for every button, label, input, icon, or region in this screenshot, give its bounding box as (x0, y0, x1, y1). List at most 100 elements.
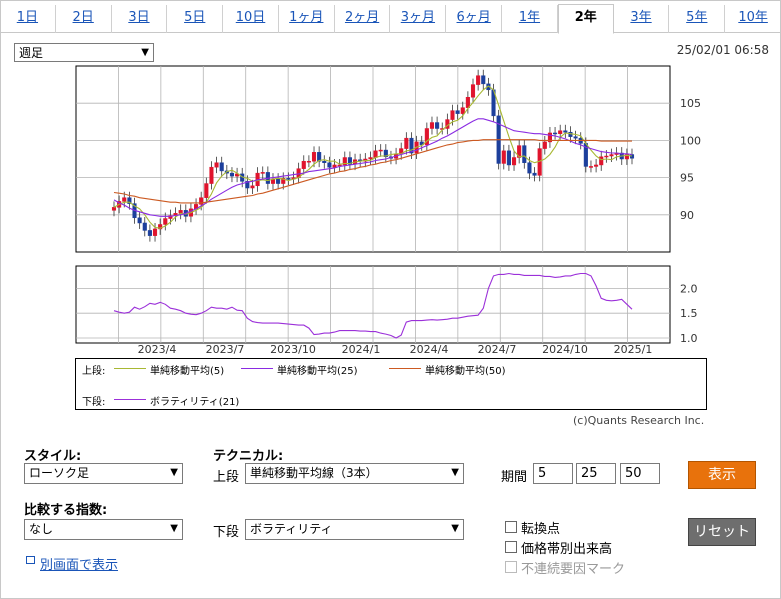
tab-1[interactable]: 1日 (0, 5, 56, 33)
candle-body (470, 84, 476, 98)
y-tick-label: 95 (680, 172, 694, 185)
candle-body (568, 131, 573, 137)
candle-body (219, 162, 224, 172)
tab-8[interactable]: 3ヶ月 (391, 5, 447, 33)
legend-label-2: 単純移動平均(25) (277, 366, 358, 377)
candle-body (429, 122, 435, 129)
candle-body (368, 157, 373, 160)
candle-body (558, 130, 563, 134)
candle-body (563, 130, 568, 133)
compare-select[interactable]: なし ▼ (24, 519, 183, 540)
candle-body (260, 172, 265, 174)
candle-body (122, 197, 127, 202)
x-tick-label: 2024/1 (342, 343, 381, 356)
volume-by-price-checkbox[interactable] (505, 541, 517, 553)
period-label: 期間 (501, 470, 528, 485)
x-tick-label: 2024/4 (410, 343, 449, 356)
lower-technical-value: ボラティリティ (250, 522, 333, 536)
candle-body (460, 107, 465, 114)
y-tick-label: 90 (680, 209, 694, 222)
candle-body (286, 178, 291, 180)
candle-body (532, 172, 537, 176)
legend-line-3 (389, 368, 421, 369)
popup-window-icon (26, 556, 35, 564)
tab-14[interactable]: 10年 (725, 5, 781, 33)
candle-body (163, 218, 168, 225)
period-input-2[interactable]: 25 (576, 463, 616, 484)
show-button[interactable]: 表示 (688, 461, 756, 489)
chevron-down-icon: ▼ (170, 467, 178, 478)
upper-technical-select[interactable]: 単純移動平均線（3本） ▼ (245, 463, 464, 484)
tab-6[interactable]: 1ヶ月 (279, 5, 335, 33)
frequency-select-value: 週足 (19, 46, 44, 60)
tab-3[interactable]: 3日 (112, 5, 168, 33)
candle-body (435, 122, 440, 129)
candle-body (588, 166, 594, 168)
x-tick-label: 2025/1 (614, 343, 653, 356)
candle-body (332, 164, 337, 168)
candle-body (511, 157, 517, 166)
tab-5[interactable]: 10日 (223, 5, 279, 33)
turning-point-checkbox[interactable] (505, 521, 517, 533)
tab-4[interactable]: 5日 (167, 5, 224, 33)
lower-y-tick-label: 2.0 (680, 282, 698, 295)
candle-body (301, 160, 306, 169)
candle-body (599, 156, 604, 166)
timestamp: 25/02/01 06:58 (676, 43, 769, 57)
period-input-1[interactable]: 5 (533, 463, 573, 484)
candle-body (209, 166, 214, 184)
lower-technical-select[interactable]: ボラティリティ ▼ (245, 519, 464, 540)
reset-button[interactable]: リセット (688, 518, 756, 546)
candle-body (522, 145, 527, 163)
legend-label-lower: ボラティリティ(21) (150, 397, 240, 408)
chevron-down-icon: ▼ (141, 47, 149, 58)
tab-2[interactable]: 2日 (56, 5, 112, 33)
legend-line-2 (241, 368, 273, 369)
candle-body (204, 183, 209, 198)
candle-body (378, 149, 383, 152)
tab-10[interactable]: 1年 (502, 5, 558, 33)
candle-body (404, 137, 409, 149)
style-select[interactable]: ローソク足 ▼ (24, 463, 183, 484)
discontinuity-mark-checkbox[interactable] (505, 561, 517, 573)
candle-body (322, 160, 327, 163)
candle-body (276, 178, 281, 184)
legend-upper-label: 上段: (82, 366, 106, 377)
legend-lower-label: 下段: (82, 397, 106, 408)
candle-body (506, 150, 511, 166)
x-tick-label: 2023/7 (206, 343, 245, 356)
y-tick-label: 105 (680, 97, 701, 110)
candle-body (142, 222, 147, 231)
x-tick-label: 2023/10 (270, 343, 316, 356)
turning-point-label: 転換点 (521, 522, 561, 537)
candle-body (604, 155, 609, 158)
candle-body (147, 230, 152, 236)
style-label: スタイル: (24, 449, 82, 464)
lower-y-tick-label: 1.0 (680, 332, 698, 345)
copyright: (c)Quants Research Inc. (573, 414, 705, 427)
candle-body (450, 110, 455, 120)
technical-label: テクニカル: (213, 449, 284, 464)
candle-body (455, 110, 460, 114)
x-tick-label: 2023/4 (138, 343, 177, 356)
candle-body (609, 154, 614, 157)
legend-line-lower (114, 399, 146, 400)
style-select-value: ローソク足 (29, 466, 90, 480)
tab-11[interactable]: 2年 (557, 4, 614, 34)
tab-9[interactable]: 6ヶ月 (446, 5, 503, 33)
upper-label: 上段 (213, 470, 240, 485)
candle-body (573, 136, 578, 139)
tab-7[interactable]: 2ヶ月 (335, 5, 391, 33)
y-tick-label: 100 (680, 134, 701, 147)
tab-12[interactable]: 3年 (614, 5, 670, 33)
legend-label-1: 単純移動平均(5) (150, 366, 225, 377)
lower-label: 下段 (213, 525, 240, 540)
candle-body (553, 132, 558, 135)
popup-link[interactable]: 別画面で表示 (40, 554, 118, 573)
legend-label-3: 単純移動平均(50) (425, 366, 506, 377)
period-input-3[interactable]: 50 (620, 463, 660, 484)
candle-body (501, 150, 506, 164)
candle-body (229, 172, 235, 177)
legend-line-1 (114, 368, 146, 369)
tab-13[interactable]: 5年 (669, 5, 726, 33)
